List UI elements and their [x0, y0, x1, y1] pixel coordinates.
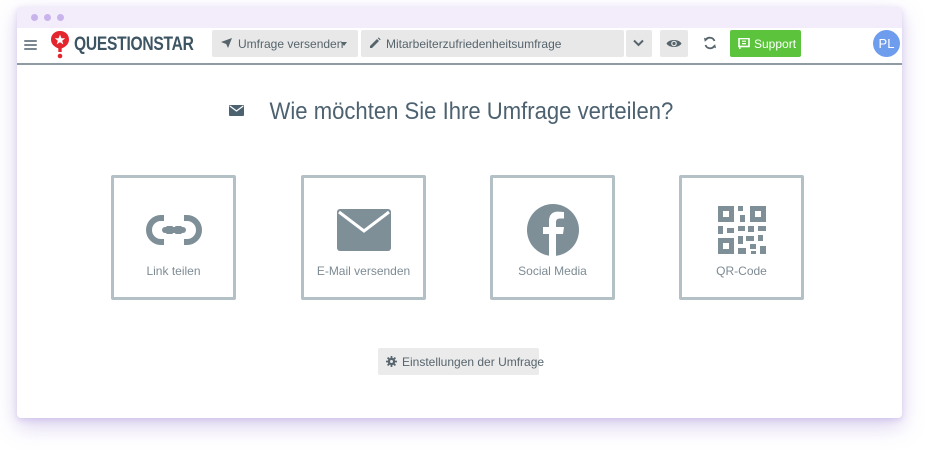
page-heading: Wie möchten Sie Ihre Umfrage verteilen? — [17, 98, 902, 126]
survey-title-field[interactable]: Mitarbeiterzufriedenheitsumfrage — [361, 30, 624, 57]
window-dot — [44, 14, 51, 21]
survey-select-chevron[interactable] — [626, 30, 652, 57]
option-label: QR-Code — [716, 264, 767, 278]
option-label: Social Media — [518, 264, 587, 278]
survey-settings-label: Einstellungen der Umfrage — [402, 355, 545, 369]
link-icon — [114, 204, 233, 256]
page-heading-text: Wie möchten Sie Ihre Umfrage verteilen? — [269, 98, 673, 125]
option-card-email[interactable]: E-Mail versenden — [301, 175, 426, 300]
support-label: Support — [754, 37, 797, 51]
user-avatar[interactable]: PL — [873, 30, 900, 57]
app-window: QUESTIONSTAR Umfrage versenden Mitarbeit… — [17, 7, 902, 418]
option-label: E-Mail versenden — [316, 264, 411, 278]
window-titlebar — [17, 7, 902, 28]
support-chat-icon — [738, 38, 750, 49]
window-dot — [57, 14, 64, 21]
send-survey-label: Umfrage versenden — [238, 37, 344, 51]
gear-icon — [386, 356, 397, 367]
envelope-icon — [228, 105, 244, 117]
chevron-down-icon — [633, 39, 644, 47]
eye-icon — [666, 39, 682, 48]
questionstar-logo-icon — [51, 31, 69, 59]
survey-title-text: Mitarbeiterzufriedenheitsumfrage — [386, 37, 562, 51]
top-toolbar: QUESTIONSTAR Umfrage versenden Mitarbeit… — [17, 28, 902, 65]
preview-button[interactable] — [660, 30, 688, 57]
facebook-icon — [493, 204, 612, 256]
survey-settings-button[interactable]: Einstellungen der Umfrage — [378, 348, 544, 375]
sync-icon[interactable] — [703, 36, 717, 50]
send-icon — [221, 38, 232, 48]
menu-icon[interactable] — [24, 40, 37, 51]
option-label: Link teilen — [146, 264, 201, 278]
option-card-qr-code[interactable]: QR-Code — [679, 175, 804, 300]
window-dot — [31, 14, 38, 21]
support-button[interactable]: Support — [730, 30, 801, 57]
send-survey-dropdown[interactable]: Umfrage versenden — [212, 30, 358, 57]
caret-down-icon — [341, 42, 347, 46]
option-card-link[interactable]: Link teilen — [111, 175, 236, 300]
option-card-social-media[interactable]: Social Media — [490, 175, 615, 300]
envelope-icon — [304, 204, 423, 256]
qr-code-icon — [682, 204, 801, 256]
pencil-icon — [370, 37, 381, 48]
brand-name: QUESTIONSTAR — [74, 34, 194, 55]
